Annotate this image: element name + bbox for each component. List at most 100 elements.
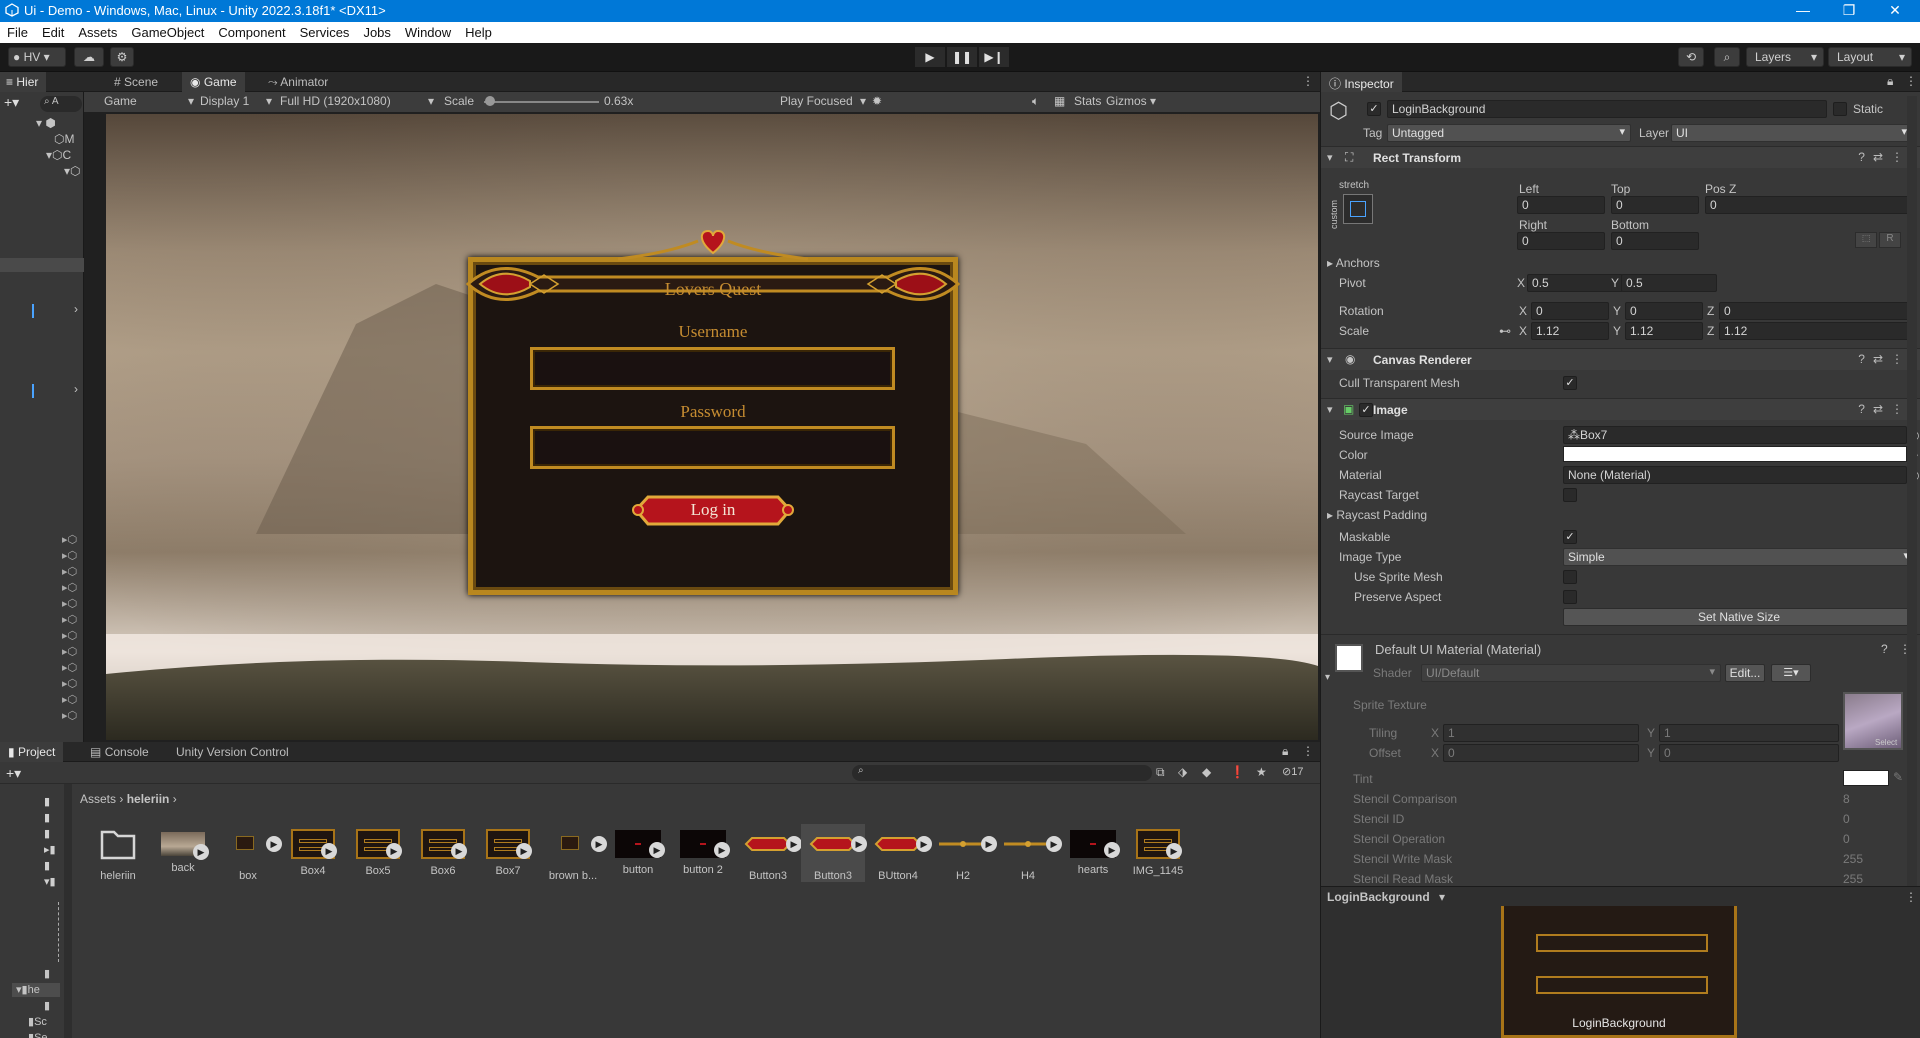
rotation-x-field[interactable]: 0 — [1531, 302, 1609, 320]
cloud-button[interactable]: ☁ — [74, 47, 104, 67]
view-mode-dropdown[interactable]: Game ▾ — [104, 94, 194, 108]
scale-x-field[interactable]: 1.12 — [1531, 322, 1609, 340]
active-checkbox[interactable]: ✓ — [1367, 102, 1381, 116]
close-button[interactable]: ✕ — [1872, 0, 1918, 22]
asset-item[interactable]: ▶ Button3 — [801, 824, 867, 882]
bug-icon[interactable]: ✹ — [872, 94, 882, 108]
breadcrumb-assets[interactable]: Assets — [80, 792, 116, 806]
asset-item[interactable]: heleriin — [86, 824, 150, 882]
info-icon[interactable]: ❗ — [1230, 765, 1245, 779]
tab-hierarchy[interactable]: ≡ Hier — [0, 72, 47, 92]
tab-console[interactable]: ▤ Console — [82, 742, 157, 762]
offset-x-field[interactable]: 0 — [1443, 744, 1639, 762]
asset-item[interactable]: ▶ button 2 — [671, 824, 735, 876]
tab-version-control[interactable]: Unity Version Control — [168, 742, 297, 762]
expand-sprite-icon[interactable]: ▶ — [193, 844, 209, 860]
select-label[interactable]: Select — [1875, 738, 1897, 747]
material-field[interactable]: None (Material) — [1563, 466, 1907, 484]
username-field[interactable] — [530, 347, 895, 390]
expand-sprite-icon[interactable]: ▶ — [851, 836, 867, 852]
image-header[interactable]: ▾ ▣ ✓ Image ?⇄⋮ — [1321, 398, 1920, 420]
tree-item-se[interactable]: ▮Se — [28, 1031, 48, 1038]
expand-sprite-icon[interactable]: ▶ — [786, 836, 802, 852]
posz-field[interactable]: 0 — [1705, 196, 1915, 214]
image-type-dropdown[interactable]: Simple — [1563, 548, 1915, 566]
layer-dropdown[interactable]: UI — [1671, 124, 1913, 142]
asset-item[interactable]: ▶ Box6 — [411, 824, 475, 877]
expand-sprite-icon[interactable]: ▶ — [516, 843, 532, 859]
shader-options-button[interactable]: ☰▾ — [1771, 664, 1811, 682]
scale-z-field[interactable]: 1.12 — [1719, 322, 1915, 340]
menu-gameobject[interactable]: GameObject — [124, 22, 211, 40]
left-field[interactable]: 0 — [1517, 196, 1605, 214]
expand-sprite-icon[interactable]: ▶ — [1104, 842, 1120, 858]
set-native-size-button[interactable]: Set Native Size — [1563, 608, 1915, 626]
component-controls[interactable]: ?⇄⋮ — [1858, 402, 1911, 416]
use-sprite-mesh-checkbox[interactable] — [1563, 570, 1577, 584]
eyedropper-icon[interactable]: ✎ — [1893, 770, 1903, 784]
rotation-y-field[interactable]: 0 — [1625, 302, 1703, 320]
history-button[interactable]: ⟲ — [1678, 47, 1704, 67]
tiling-y-field[interactable]: 1 — [1659, 724, 1839, 742]
lock-icon[interactable]: 🔒︎ — [1887, 74, 1893, 89]
asset-item[interactable]: ▶ H4 — [996, 824, 1062, 882]
stencil-id-value[interactable]: 0 — [1843, 812, 1850, 826]
chevron-down-icon[interactable]: ▾ — [1150, 94, 1156, 108]
tiling-x-field[interactable]: 1 — [1443, 724, 1639, 742]
scale-slider-handle[interactable] — [484, 96, 495, 106]
tree-folder[interactable]: ▮ — [44, 999, 50, 1012]
asset-item[interactable]: ▶ hearts — [1061, 824, 1125, 876]
keyboard-icon[interactable]: ▦ — [1054, 94, 1065, 108]
expand-sprite-icon[interactable]: ▶ — [321, 843, 337, 859]
play-button[interactable]: ▶ — [915, 47, 945, 67]
stencil-comparison-value[interactable]: 8 — [1843, 792, 1850, 806]
add-button[interactable]: +▾ — [4, 94, 19, 111]
search-button[interactable]: ⌕ — [1714, 47, 1740, 67]
chevron-down-icon[interactable]: ▾ — [1325, 672, 1330, 683]
rect-transform-header[interactable]: ▾ ⛶ Rect Transform ?⇄⋮ — [1321, 146, 1920, 168]
tab-game[interactable]: ◉ Game — [182, 72, 245, 92]
list-item[interactable]: ▾⬡C — [46, 148, 71, 162]
expand-sprite-icon[interactable]: ▶ — [916, 836, 932, 852]
anchor-preset-button[interactable] — [1343, 194, 1373, 224]
display-dropdown[interactable]: Display 1 ▾ — [200, 94, 272, 108]
link-icon[interactable]: ⊷ — [1499, 324, 1511, 338]
expand-sprite-icon[interactable]: ▶ — [386, 843, 402, 859]
raycast-padding-foldout[interactable]: ▸ Raycast Padding — [1327, 508, 1427, 522]
filter-by-type-icon[interactable]: ⧉ — [1156, 765, 1165, 780]
login-button[interactable]: Log in — [630, 492, 796, 529]
tree-item-sc[interactable]: ▮Sc — [28, 1015, 47, 1028]
help-icon[interactable]: ? — [1881, 642, 1888, 656]
anchors-foldout[interactable]: ▸ Anchors — [1327, 256, 1380, 270]
tab-scene[interactable]: # Scene — [106, 72, 166, 92]
stencil-operation-value[interactable]: 0 — [1843, 832, 1850, 846]
source-image-field[interactable]: ⁂Box7 — [1563, 426, 1907, 444]
more-menu-icon[interactable]: ⋮ — [1905, 74, 1917, 88]
more-menu-icon[interactable]: ⋮ — [1302, 74, 1314, 88]
selected-row[interactable] — [0, 258, 84, 272]
password-field[interactable] — [530, 426, 895, 469]
raw-edit-button[interactable]: R — [1879, 232, 1901, 248]
breadcrumb-current[interactable]: heleriin — [127, 792, 170, 806]
top-field[interactable]: 0 — [1611, 196, 1699, 214]
layers-dropdown[interactable]: Layers ▾ — [1746, 47, 1824, 67]
maximize-button[interactable]: ❐ — [1826, 0, 1872, 22]
pivot-y-field[interactable]: 0.5 — [1621, 274, 1717, 292]
asset-item[interactable]: ▶ box — [216, 824, 282, 882]
filter-by-label-icon[interactable]: ⬗ — [1178, 765, 1187, 779]
asset-item[interactable]: ▶ Box7 — [476, 824, 540, 877]
expand-sprite-icon[interactable]: ▶ — [591, 836, 607, 852]
tab-inspector[interactable]: ⓘ Inspector — [1321, 72, 1402, 92]
component-controls[interactable]: ?⇄⋮ — [1858, 352, 1911, 366]
resolution-dropdown[interactable]: Full HD (1920x1080) ▾ — [280, 94, 434, 108]
tint-swatch[interactable] — [1843, 770, 1889, 786]
bottom-field[interactable]: 0 — [1611, 232, 1699, 250]
asset-item[interactable]: ▶ H2 — [931, 824, 997, 882]
tab-project[interactable]: ▮ Project — [0, 742, 64, 762]
scrollbar[interactable] — [64, 784, 72, 1038]
preview-header[interactable]: LoginBackground ▾ ⋮ — [1321, 886, 1920, 906]
asset-item[interactable]: ▶ Box5 — [346, 824, 410, 877]
asset-item[interactable]: ▶ button — [606, 824, 670, 876]
expand-sprite-icon[interactable]: ▶ — [1166, 843, 1182, 859]
asset-item[interactable]: ▶ BUtton4 — [866, 824, 932, 882]
